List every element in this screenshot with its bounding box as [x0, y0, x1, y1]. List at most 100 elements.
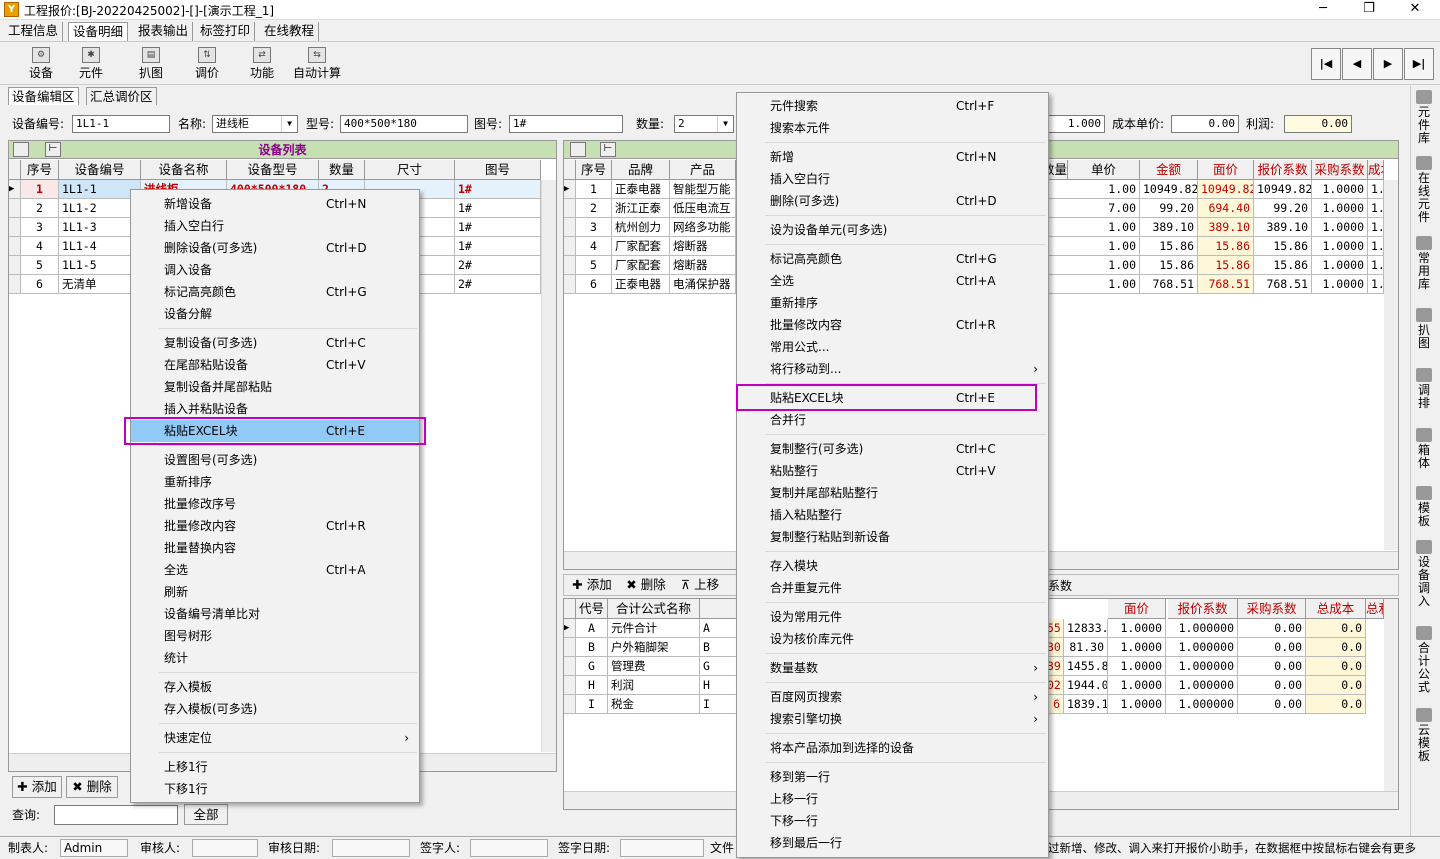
col-header-drawing[interactable]: 图号 — [455, 160, 541, 180]
menu-item[interactable]: 批量修改序号 — [131, 493, 419, 515]
formula-cell[interactable]: 1944.02 — [1064, 676, 1108, 695]
formula-cell[interactable]: 12833.55 — [1064, 619, 1108, 638]
device-cell[interactable]: 1L1-2 — [59, 199, 141, 218]
component-cell[interactable]: 厂家配套 — [612, 256, 670, 275]
cost-input[interactable]: 0.00 — [1171, 115, 1239, 133]
component-cell[interactable]: 15.86 — [1140, 256, 1198, 275]
sidebar-button[interactable]: 调排 — [1413, 368, 1435, 410]
formula-col-header[interactable]: 面价 — [1108, 599, 1166, 619]
component-cell[interactable]: 99.20 — [1140, 199, 1198, 218]
menu-item[interactable]: 批量替换内容 — [131, 537, 419, 559]
device-cell[interactable]: 1L1-1 — [59, 180, 141, 199]
menu-item[interactable]: 复制设备并尾部粘贴 — [131, 376, 419, 398]
formula-cell[interactable]: 1.0000 — [1108, 619, 1166, 638]
component-cell[interactable]: 1.0000 — [1368, 218, 1384, 237]
formula-cell[interactable]: 0.0 — [1306, 657, 1366, 676]
component-cell[interactable]: 1.0000 — [1368, 275, 1384, 294]
formula-cell[interactable]: 1.0000 — [1108, 657, 1166, 676]
sidebar-button[interactable]: 云模板 — [1413, 708, 1435, 763]
component-cell[interactable]: 15.86 — [1254, 256, 1312, 275]
menu-item[interactable]: 刷新 — [131, 581, 419, 603]
menu-item[interactable]: 设备编号清单比对 — [131, 603, 419, 625]
prev-record-button[interactable]: ◀ — [1342, 48, 1372, 80]
menu-item[interactable]: 设为核价库元件 — [737, 628, 1048, 650]
component-cell[interactable]: 1.00 — [1042, 218, 1140, 237]
tab-label-print[interactable]: 标签打印 — [196, 22, 256, 41]
formula-cell[interactable]: 1.000000 — [1166, 657, 1238, 676]
device-cell[interactable]: 1# — [455, 180, 541, 199]
profit-input[interactable]: 0.00 — [1284, 115, 1352, 133]
device-cell[interactable]: 6 — [21, 275, 59, 294]
menu-item[interactable]: 存入模板(可多选) — [131, 698, 419, 720]
formula-cell[interactable]: 1.000000 — [1166, 619, 1238, 638]
component-col-header[interactable]: 面价 — [1198, 160, 1254, 180]
formula-cell[interactable]: 户外箱脚架 — [608, 638, 700, 657]
component-button[interactable]: ✱ 元件 — [72, 47, 110, 83]
component-cell[interactable]: 99.20 — [1254, 199, 1312, 218]
component-cell[interactable]: 768.51 — [1140, 275, 1198, 294]
next-record-button[interactable]: ▶ — [1373, 48, 1403, 80]
component-cell[interactable]: 768.51 — [1254, 275, 1312, 294]
formula-col-header[interactable]: 报价系数 — [1168, 599, 1238, 619]
formula-cell[interactable]: I — [700, 695, 738, 714]
formula-cell[interactable]: 0.0 — [1306, 638, 1366, 657]
tab-device-edit-area[interactable]: 设备编辑区 — [8, 87, 79, 105]
formula-col-header[interactable]: 采购系数 — [1238, 599, 1306, 619]
device-cell[interactable]: 1L1-4 — [59, 237, 141, 256]
sidebar-button[interactable]: 元件库 — [1413, 90, 1435, 145]
formula-cell[interactable]: 81.30 — [1064, 638, 1108, 657]
component-col-header[interactable]: 品牌 — [612, 160, 670, 180]
menu-item[interactable]: 设为设备单元(可多选) — [737, 219, 1048, 241]
component-cell[interactable]: 2 — [576, 199, 612, 218]
device-cell[interactable]: 5 — [21, 256, 59, 275]
device-cell[interactable]: 2# — [455, 256, 541, 275]
component-cell[interactable]: 熔断器 — [670, 237, 736, 256]
component-cell[interactable]: 389.10 — [1140, 218, 1198, 237]
first-record-button[interactable]: |◀ — [1311, 48, 1341, 80]
formula-cell[interactable]: 1.000000 — [1166, 695, 1238, 714]
component-col-header[interactable]: 采购系数 — [1312, 160, 1368, 180]
component-cell[interactable]: 1.0000 — [1312, 256, 1368, 275]
sidebar-button[interactable]: 箱体 — [1413, 428, 1435, 470]
formula-col-header[interactable]: 总成本 — [1306, 599, 1366, 619]
component-cell[interactable]: 6 — [576, 275, 612, 294]
component-cell[interactable]: 1.00 — [1042, 256, 1140, 275]
menu-item[interactable]: 在尾部粘贴设备 Ctrl+V — [131, 354, 419, 376]
menu-item[interactable]: 下移1行 — [131, 778, 419, 800]
device-cell[interactable]: 1# — [455, 237, 541, 256]
formula-cell[interactable]: G — [700, 657, 738, 676]
menu-item[interactable]: 复制整行(可多选) Ctrl+C — [737, 438, 1048, 460]
component-cell[interactable]: 10949.82 — [1140, 180, 1198, 199]
sidebar-button[interactable]: 模板 — [1413, 486, 1435, 528]
menu-item[interactable]: 合并重复元件 — [737, 577, 1048, 599]
menu-item[interactable]: 插入粘贴整行 — [737, 504, 1048, 526]
menu-item[interactable]: 搜索本元件 — [737, 117, 1048, 139]
device-cell[interactable]: 无清单 — [59, 275, 141, 294]
formula-cell[interactable]: H — [576, 676, 608, 695]
component-cell[interactable]: 1.0000 — [1312, 180, 1368, 199]
sidebar-button[interactable]: 扒图 — [1413, 308, 1435, 350]
formula-cell[interactable]: B — [700, 638, 738, 657]
sidebar-button[interactable]: 在线元件 — [1413, 156, 1435, 224]
menu-item[interactable]: 合并行 — [737, 409, 1048, 431]
menu-item[interactable]: 设为常用元件 — [737, 606, 1048, 628]
component-cell[interactable]: 389.10 — [1198, 218, 1254, 237]
query-all-button[interactable]: 全部 — [184, 804, 228, 825]
value-input[interactable]: 1.000 — [1047, 115, 1105, 133]
formula-cell[interactable]: A — [700, 619, 738, 638]
menu-item[interactable]: 复制整行粘贴到新设备 — [737, 526, 1048, 548]
component-cell[interactable]: 1.00 — [1042, 180, 1140, 199]
formula-col-header[interactable]: 合计公式名称 — [608, 599, 700, 619]
col-header-size[interactable]: 尺寸 — [365, 160, 455, 180]
review-date-value[interactable] — [332, 839, 410, 857]
formula-cell[interactable]: 税金 — [608, 695, 700, 714]
device-cell[interactable]: 1 — [21, 180, 59, 199]
component-cell[interactable]: 15.86 — [1198, 237, 1254, 256]
add-device-button[interactable]: ✚ 添加 — [12, 776, 62, 798]
menu-item[interactable]: 将行移动到... › — [737, 358, 1048, 380]
menu-item[interactable]: 粘贴整行 Ctrl+V — [737, 460, 1048, 482]
menu-item[interactable]: 存入模块 — [737, 555, 1048, 577]
menu-item[interactable]: 删除(可多选) Ctrl+D — [737, 190, 1048, 212]
component-col-header[interactable]: 序号 — [576, 160, 612, 180]
drawing-input[interactable]: 1# — [509, 115, 623, 133]
